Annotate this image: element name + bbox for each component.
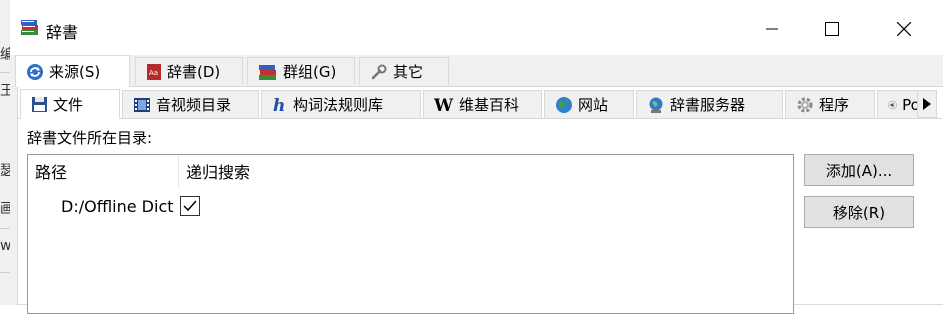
dictionary-book-icon: Aa (147, 63, 161, 80)
column-header-recursive[interactable]: 递归搜索 (179, 155, 379, 187)
title-bar[interactable]: 辞書 (10, 0, 943, 55)
dictionary-dir-label: 辞書文件所在目录: (27, 129, 153, 147)
tab-label: 维基百科 (459, 96, 520, 114)
tab-groups[interactable]: 群组(G) (247, 57, 355, 85)
background-divider (0, 272, 10, 273)
add-path-button[interactable]: 添加(A)... (804, 154, 914, 186)
recursive-checkbox[interactable] (180, 196, 200, 216)
maximize-icon (825, 22, 839, 36)
tab-label: 网站 (578, 96, 609, 114)
globe-icon (556, 96, 572, 113)
close-button[interactable] (881, 8, 927, 50)
background-char: 瑟 (0, 163, 10, 179)
speaker-icon (888, 100, 897, 109)
film-strip-icon (134, 97, 150, 112)
background-char: 编 (0, 47, 10, 63)
tab-wikipedia[interactable]: W 维基百科 (423, 90, 542, 118)
background-char: w (0, 238, 10, 254)
tab-sources[interactable]: 来源(S) (15, 55, 130, 87)
background-char: 画 (0, 201, 10, 217)
tab-files[interactable]: 文件 (20, 89, 120, 119)
tab-label: 辞書(D) (167, 63, 221, 81)
tab-label: 辞書服务器 (670, 96, 746, 114)
server-globe-icon (649, 97, 663, 113)
refresh-icon (27, 63, 43, 80)
tab-other[interactable]: 其它 (359, 57, 449, 85)
svg-text:W: W (434, 96, 454, 114)
background-divider (0, 228, 10, 229)
books-stack-icon (259, 64, 276, 80)
svg-text:h: h (273, 96, 285, 114)
hunspell-h-icon: h (273, 96, 285, 114)
tab-websites[interactable]: 网站 (544, 90, 634, 118)
chevron-right-icon (923, 98, 931, 110)
maximize-button[interactable] (809, 8, 855, 50)
tab-morphology[interactable]: h 构词法规则库 (261, 90, 421, 118)
tab-dictionaries[interactable]: Aa 辞書(D) (135, 57, 243, 85)
tab-label: 来源(S) (49, 63, 101, 81)
background-divider (0, 72, 10, 73)
tab-dict-servers[interactable]: 辞書服务器 (636, 90, 783, 118)
cog-icon (797, 97, 813, 112)
main-tab-bar: 来源(S) Aa 辞書(D) 群组(G) 其它 (10, 55, 943, 87)
window-title: 辞書 (46, 23, 79, 42)
tab-scroll-right-button[interactable] (917, 90, 937, 118)
tab-programs[interactable]: 程序 (785, 90, 875, 118)
tab-label: 群组(G) (283, 63, 337, 81)
remove-path-button[interactable]: 移除(R) (804, 196, 914, 228)
close-icon (897, 22, 911, 36)
app-books-icon (20, 17, 40, 41)
background-char: 王 (0, 83, 10, 99)
files-panel: 辞書文件所在目录: 路径 递归搜索 D:/Offline Dict 添加(A).… (18, 118, 942, 314)
tab-label: 程序 (819, 96, 850, 114)
wikipedia-w-icon: W (434, 96, 454, 114)
dictionaries-dialog: 辞書 来源(S) Aa 辞書(D) 群组(G) 其它 文件 音视频目录 h 构词… (10, 0, 943, 314)
path-cell[interactable]: D:/Offline Dict (61, 197, 174, 216)
source-type-tab-bar: 文件 音视频目录 h 构词法规则库 W 维基百科 网站 辞書服务器 程序 Por (20, 89, 940, 119)
sources-panel: 文件 音视频目录 h 构词法规则库 W 维基百科 网站 辞書服务器 程序 Por… (17, 86, 943, 314)
minimize-icon (766, 28, 778, 30)
tab-media-dirs[interactable]: 音视频目录 (122, 90, 259, 118)
wrench-icon (371, 64, 387, 79)
paths-list[interactable]: 路径 递归搜索 D:/Offline Dict (27, 154, 794, 314)
minimize-button[interactable] (749, 8, 795, 50)
tab-label: 构词法规则库 (293, 96, 384, 114)
floppy-disk-icon (32, 97, 47, 112)
tab-label: 其它 (393, 63, 424, 81)
tab-label: 音视频目录 (156, 96, 232, 114)
checkmark-icon (183, 200, 197, 212)
tab-label: 文件 (53, 96, 84, 114)
column-header-path[interactable]: 路径 (28, 155, 178, 187)
svg-text:Aa: Aa (149, 69, 158, 77)
